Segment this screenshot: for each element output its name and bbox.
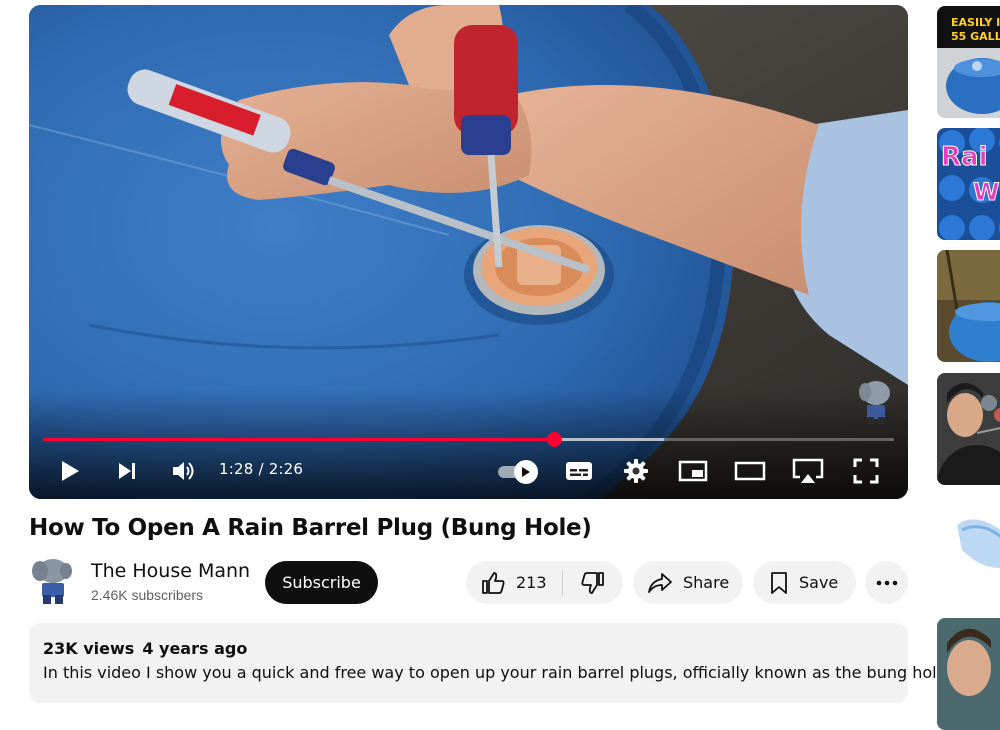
description-box[interactable]: 23K views 4 years ago In this video I sho… (29, 623, 952, 703)
share-label: Share (683, 573, 730, 592)
thumbnail-image (937, 373, 1000, 485)
save-button[interactable]: Save (753, 561, 856, 604)
settings-button[interactable] (620, 453, 652, 489)
related-video-thumbnail[interactable]: Rai W (937, 128, 1000, 240)
description-text: In this video I show you a quick and fre… (43, 663, 952, 682)
subtitles-button[interactable] (563, 453, 595, 489)
more-horizontal-icon (876, 580, 897, 585)
thumbnail-image (937, 495, 1000, 607)
share-icon (648, 572, 672, 593)
video-player[interactable]: 1:28 / 2:26 (29, 5, 908, 499)
like-button[interactable]: 213 (466, 561, 562, 604)
fullscreen-icon (853, 458, 879, 484)
video-meta: 23K views 4 years ago (43, 639, 247, 658)
play-button[interactable] (55, 453, 85, 489)
related-video-thumbnail[interactable] (937, 618, 1000, 730)
autoplay-play-icon (522, 467, 530, 477)
gear-icon (624, 459, 648, 483)
miniplayer-button[interactable] (676, 453, 710, 489)
upload-age: 4 years ago (142, 639, 248, 658)
time-display: 1:28 / 2:26 (219, 460, 303, 478)
play-icon (62, 461, 79, 481)
thumbnail-caption-line1: Rai (940, 142, 988, 173)
more-actions-button[interactable] (865, 561, 908, 604)
thumbnail-caption-line2: W (972, 178, 1000, 207)
related-video-thumbnail[interactable] (937, 373, 1000, 485)
dislike-button[interactable] (563, 561, 623, 604)
fullscreen-button[interactable] (849, 453, 883, 489)
scrubber-handle[interactable] (546, 432, 562, 447)
thumbnail-image (937, 250, 1000, 362)
airplay-icon (792, 458, 824, 483)
volume-button[interactable] (167, 453, 201, 489)
like-count: 213 (516, 573, 547, 592)
time-total: 2:26 (268, 460, 304, 478)
subtitles-icon (566, 462, 592, 480)
controls-scrim (29, 389, 908, 499)
save-label: Save (799, 573, 839, 592)
subscriber-count: 2.46K subscribers (91, 587, 204, 603)
channel-name[interactable]: The House Mann (91, 560, 250, 582)
theater-icon (734, 461, 766, 481)
share-button[interactable]: Share (633, 561, 743, 604)
bookmark-icon (771, 571, 787, 594)
view-count: 23K views (43, 639, 135, 658)
thumbnail-image (937, 618, 1000, 730)
volume-icon (173, 462, 194, 480)
progress-played (43, 438, 554, 441)
subscribe-button[interactable]: Subscribe (265, 561, 378, 604)
next-icon (119, 463, 135, 479)
related-video-thumbnail[interactable] (937, 495, 1000, 607)
miniplayer-icon (678, 460, 708, 482)
thumbs-up-icon (482, 571, 505, 594)
thumbs-down-icon (581, 571, 604, 594)
like-dislike-group: 213 (466, 561, 623, 604)
autoplay-thumb (514, 460, 538, 484)
autoplay-toggle[interactable] (498, 457, 538, 485)
next-button[interactable] (112, 453, 142, 489)
thumbnail-caption-line2: 55 GALLO (951, 30, 1000, 43)
video-title: How To Open A Rain Barrel Plug (Bung Hol… (29, 515, 592, 541)
related-video-thumbnail[interactable] (937, 250, 1000, 362)
channel-watermark-icon[interactable] (858, 377, 894, 425)
time-current: 1:28 (219, 460, 254, 478)
theater-mode-button[interactable] (733, 453, 767, 489)
time-separator: / (253, 460, 269, 478)
airplay-button[interactable] (790, 453, 826, 489)
progress-bar[interactable] (43, 432, 894, 447)
thumbnail-caption-line1: EASILY IN (951, 16, 1000, 29)
related-video-thumbnail[interactable]: EASILY IN 55 GALLO (937, 6, 1000, 118)
channel-avatar[interactable] (31, 557, 75, 605)
